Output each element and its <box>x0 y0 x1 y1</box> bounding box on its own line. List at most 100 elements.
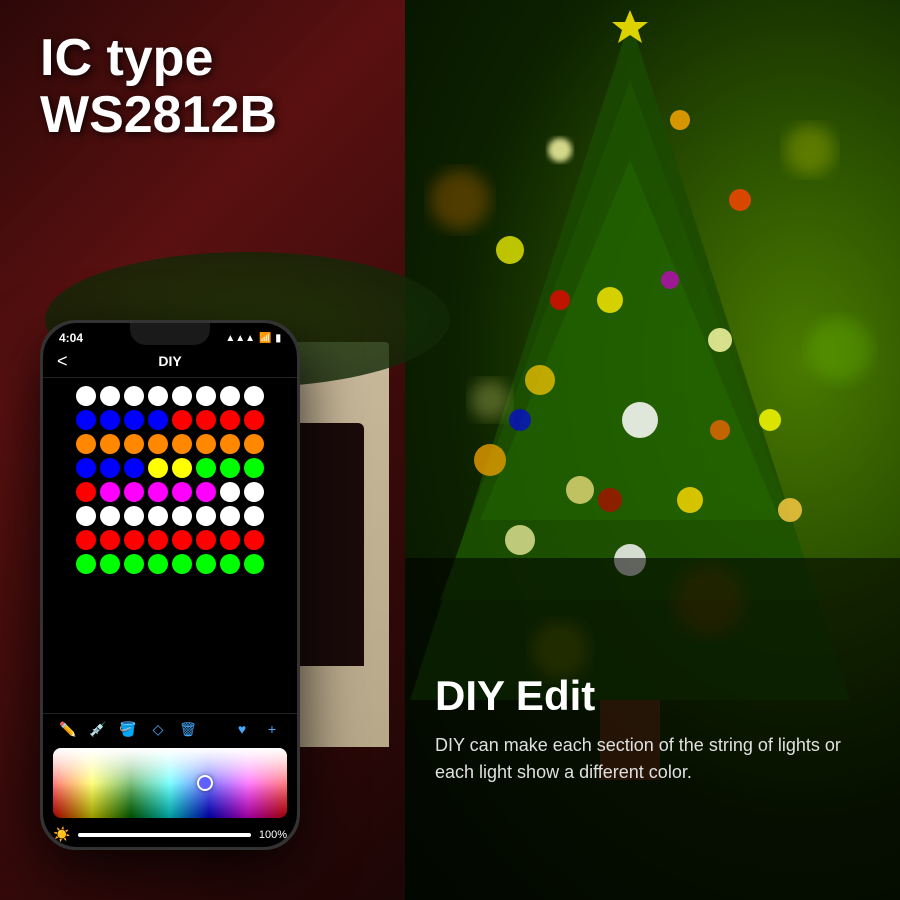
brightness-track[interactable] <box>78 833 250 837</box>
color-dot[interactable] <box>76 410 96 430</box>
color-dot[interactable] <box>124 482 144 502</box>
heart-icon[interactable]: ♥ <box>233 720 251 738</box>
add-icon[interactable]: + <box>263 720 281 738</box>
color-dot[interactable] <box>76 530 96 550</box>
color-dot[interactable] <box>172 506 192 526</box>
dot-row <box>53 386 287 406</box>
color-dot[interactable] <box>100 482 120 502</box>
signal-icon: ▲▲▲ <box>225 333 255 344</box>
color-dot[interactable] <box>196 506 216 526</box>
phone-notch <box>130 323 210 345</box>
color-dot[interactable] <box>244 458 264 478</box>
color-dot[interactable] <box>172 386 192 406</box>
color-dot[interactable] <box>148 530 168 550</box>
edit-tools: ✏️ 💉 🪣 ◇ 🗑 <box>59 720 197 738</box>
color-cursor[interactable] <box>197 775 213 791</box>
color-dot[interactable] <box>220 530 240 550</box>
color-dot[interactable] <box>76 386 96 406</box>
color-dot[interactable] <box>244 506 264 526</box>
color-dot[interactable] <box>148 458 168 478</box>
color-dot[interactable] <box>220 386 240 406</box>
color-picker-overlay <box>53 748 287 818</box>
color-dot[interactable] <box>196 530 216 550</box>
ic-type-label: IC type WS2812B <box>40 30 277 144</box>
color-dot[interactable] <box>148 554 168 574</box>
color-dot[interactable] <box>100 506 120 526</box>
pencil-icon[interactable]: ✏️ <box>59 720 77 738</box>
color-dot[interactable] <box>172 458 192 478</box>
color-dot[interactable] <box>148 434 168 454</box>
color-dot[interactable] <box>100 530 120 550</box>
color-dot[interactable] <box>100 386 120 406</box>
color-dot[interactable] <box>244 554 264 574</box>
color-dot[interactable] <box>244 386 264 406</box>
color-dot[interactable] <box>220 434 240 454</box>
color-dot[interactable] <box>172 554 192 574</box>
trash-icon[interactable]: 🗑 <box>179 720 197 738</box>
dot-row <box>53 482 287 502</box>
brightness-icon: ☀️ <box>53 826 70 843</box>
color-dot-grid[interactable] <box>43 378 297 713</box>
color-dot[interactable] <box>172 410 192 430</box>
brightness-fill <box>78 833 250 837</box>
color-dot[interactable] <box>100 458 120 478</box>
color-dot[interactable] <box>76 482 96 502</box>
color-dot[interactable] <box>172 530 192 550</box>
color-dot[interactable] <box>100 410 120 430</box>
ic-type-line1: IC type <box>40 30 277 87</box>
color-dot[interactable] <box>196 410 216 430</box>
color-dot[interactable] <box>220 482 240 502</box>
battery-icon: ▮ <box>275 333 281 344</box>
fill-icon[interactable]: 🪣 <box>119 720 137 738</box>
color-dot[interactable] <box>124 506 144 526</box>
color-dot[interactable] <box>196 458 216 478</box>
diy-description: DIY can make each section of the string … <box>435 732 870 786</box>
status-time: 4:04 <box>59 331 83 345</box>
dot-row <box>53 410 287 430</box>
color-dot[interactable] <box>244 410 264 430</box>
color-dot[interactable] <box>172 434 192 454</box>
color-dot[interactable] <box>148 410 168 430</box>
dot-row <box>53 458 287 478</box>
color-dot[interactable] <box>124 554 144 574</box>
color-dot[interactable] <box>124 458 144 478</box>
color-dot[interactable] <box>172 482 192 502</box>
color-dot[interactable] <box>220 506 240 526</box>
status-icons: ▲▲▲ 📶 ▮ <box>225 333 281 344</box>
color-dot[interactable] <box>196 434 216 454</box>
color-dot[interactable] <box>220 458 240 478</box>
brightness-value: 100% <box>259 829 287 841</box>
nav-bar: < DIY <box>43 349 297 378</box>
color-dot[interactable] <box>148 386 168 406</box>
color-dot[interactable] <box>76 506 96 526</box>
phone-mockup: 4:04 ▲▲▲ 📶 ▮ < DIY <box>40 320 300 850</box>
diy-info-overlay: DIY Edit DIY can make each section of th… <box>405 558 900 900</box>
color-dot[interactable] <box>124 530 144 550</box>
color-dot[interactable] <box>124 434 144 454</box>
color-dot[interactable] <box>124 410 144 430</box>
color-dot[interactable] <box>220 410 240 430</box>
color-dot[interactable] <box>124 386 144 406</box>
color-picker[interactable] <box>53 748 287 818</box>
color-dot[interactable] <box>76 434 96 454</box>
eraser-icon[interactable]: ◇ <box>149 720 167 738</box>
color-dot[interactable] <box>148 506 168 526</box>
color-dot[interactable] <box>196 482 216 502</box>
color-dot[interactable] <box>220 554 240 574</box>
color-dot[interactable] <box>196 554 216 574</box>
color-dot[interactable] <box>76 554 96 574</box>
color-dot[interactable] <box>100 434 120 454</box>
dot-row <box>53 530 287 550</box>
back-button[interactable]: < <box>57 351 68 372</box>
dot-row <box>53 506 287 526</box>
color-dot[interactable] <box>148 482 168 502</box>
color-dot[interactable] <box>196 386 216 406</box>
color-dot[interactable] <box>244 482 264 502</box>
color-dot[interactable] <box>76 458 96 478</box>
color-dot[interactable] <box>244 530 264 550</box>
eyedropper-icon[interactable]: 💉 <box>89 720 107 738</box>
color-dot[interactable] <box>100 554 120 574</box>
color-dot[interactable] <box>244 434 264 454</box>
nav-title: DIY <box>158 353 181 369</box>
brightness-bar: ☀️ 100% <box>43 822 297 847</box>
